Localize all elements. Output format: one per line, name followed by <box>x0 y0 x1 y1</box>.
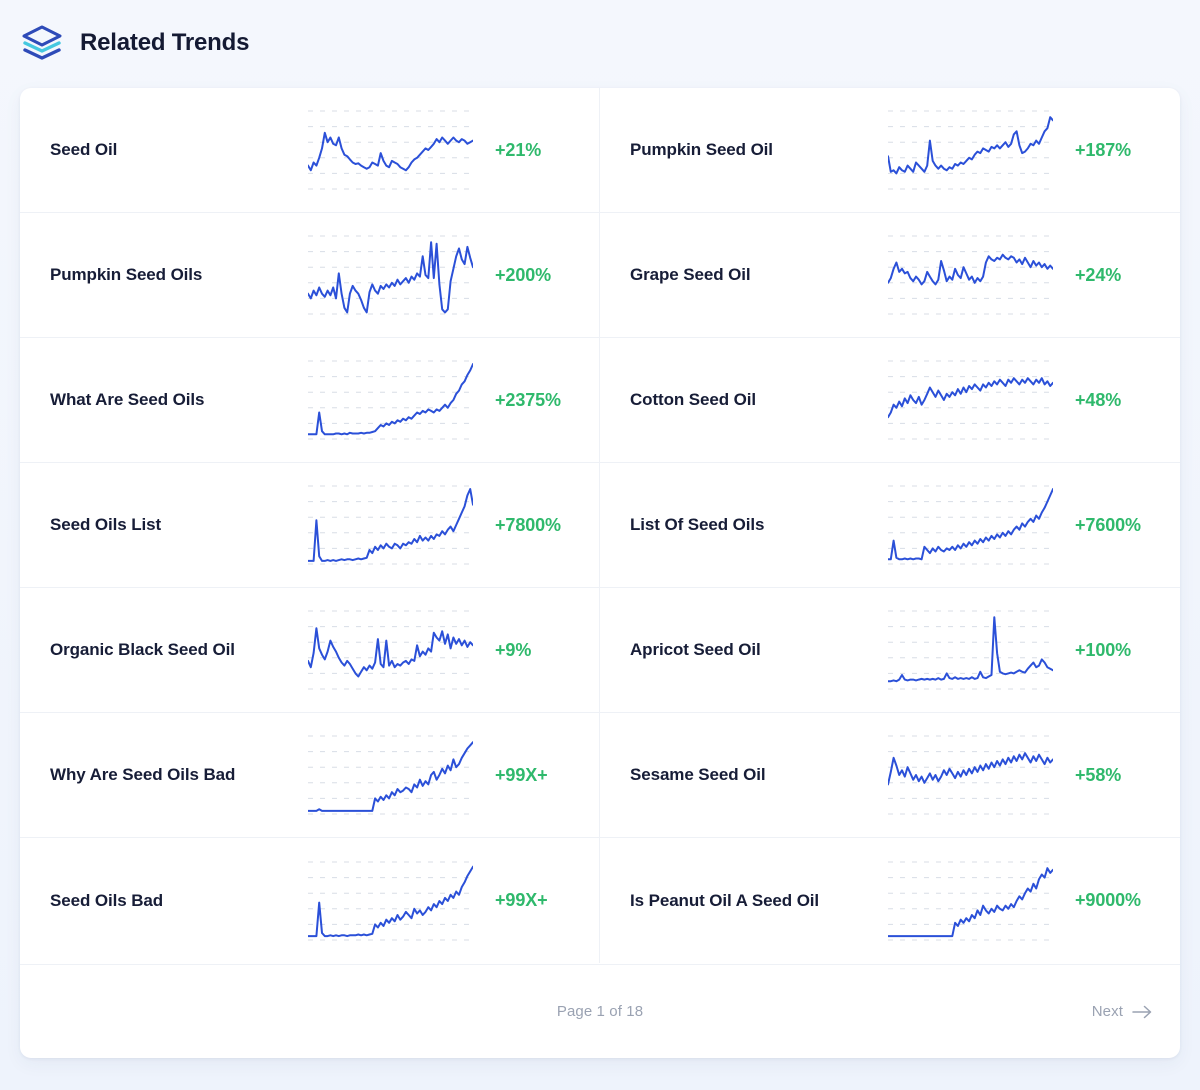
trend-row[interactable]: Apricot Seed Oil +100% <box>600 588 1180 713</box>
trend-row[interactable]: Pumpkin Seed Oil +187% <box>600 88 1180 213</box>
sparkline-path <box>308 242 473 312</box>
trend-sparkline <box>888 730 1053 820</box>
trend-sparkline <box>308 730 473 820</box>
trend-growth-value: +200% <box>495 264 552 285</box>
trend-row[interactable]: Why Are Seed Oils Bad +99X+ <box>20 713 600 838</box>
trend-label: Apricot Seed Oil <box>630 640 761 659</box>
trend-label: Pumpkin Seed Oils <box>50 265 203 284</box>
next-page-button[interactable]: Next <box>1092 1003 1152 1020</box>
sparkline-gridlines <box>888 235 1053 315</box>
sparkline-path <box>888 378 1053 417</box>
trend-label: Why Are Seed Oils Bad <box>50 765 236 784</box>
trend-growth-value: +21% <box>495 139 542 160</box>
trend-growth-value: +9% <box>495 639 532 660</box>
pagination-footer: Page 1 of 18 Next <box>20 964 1180 1058</box>
trend-label: Seed Oils List <box>50 515 162 534</box>
trend-growth-value: +99X+ <box>495 764 548 785</box>
page-header: Related Trends <box>20 20 249 66</box>
sparkline-path <box>888 753 1053 784</box>
trend-growth-value: +99X+ <box>495 890 548 910</box>
trend-label: Is Peanut Oil A Seed Oil <box>630 890 820 910</box>
trends-grid: Seed Oil +21% Pumpkin Seed Oil +187% Pumpkin… <box>20 88 1180 964</box>
trend-label: Seed Oil <box>50 140 118 159</box>
trend-row[interactable]: List Of Seed Oils +7600% <box>600 463 1180 588</box>
trend-sparkline <box>308 480 473 570</box>
related-trends-page: Related Trends Seed Oil +21% Pumpkin Seed … <box>0 0 1200 1090</box>
trend-label: List Of Seed Oils <box>630 515 765 534</box>
trends-card: Seed Oil +21% Pumpkin Seed Oil +187% Pumpkin… <box>20 88 1180 1058</box>
arrow-right-icon <box>1132 1005 1152 1019</box>
sparkline-path <box>888 868 1053 936</box>
trend-row[interactable]: Sesame Seed Oil +58% <box>600 713 1180 838</box>
trend-sparkline <box>888 355 1053 445</box>
trend-label: Seed Oils Bad <box>50 890 164 910</box>
trend-row[interactable]: Seed Oils List +7800% <box>20 463 600 588</box>
trend-sparkline <box>308 230 473 320</box>
sparkline-gridlines <box>308 360 473 440</box>
trend-row[interactable]: Seed Oil +21% <box>20 88 600 213</box>
trend-sparkline <box>308 605 473 695</box>
sparkline-path <box>308 742 473 811</box>
trend-sparkline <box>308 355 473 445</box>
sparkline-gridlines <box>308 610 473 690</box>
trend-row[interactable]: Pumpkin Seed Oils +200% <box>20 213 600 338</box>
trend-growth-value: +24% <box>1075 264 1122 285</box>
sparkline-gridlines <box>308 485 473 565</box>
trend-label: Organic Black Seed Oil <box>50 640 235 659</box>
trend-growth-value: +9000% <box>1075 890 1141 910</box>
sparkline-gridlines <box>888 735 1053 815</box>
page-title: Related Trends <box>80 29 250 56</box>
trend-sparkline <box>308 105 473 195</box>
trend-row[interactable]: Cotton Seed Oil +48% <box>600 338 1180 463</box>
sparkline-gridlines <box>308 735 473 815</box>
trend-label: Grape Seed Oil <box>630 265 751 284</box>
sparkline-path <box>888 255 1053 285</box>
trend-sparkline <box>888 105 1053 195</box>
sparkline-gridlines <box>888 485 1053 565</box>
trend-growth-value: +58% <box>1075 764 1122 785</box>
sparkline-path <box>888 117 1053 173</box>
layers-stack-icon <box>20 21 64 65</box>
sparkline-path <box>308 628 473 676</box>
trend-row[interactable]: Grape Seed Oil +24% <box>600 213 1180 338</box>
trend-growth-value: +7800% <box>495 514 561 535</box>
next-page-label: Next <box>1091 1003 1123 1020</box>
trend-sparkline <box>888 230 1053 320</box>
trend-growth-value: +7600% <box>1075 514 1141 535</box>
trend-row[interactable]: Is Peanut Oil A Seed Oil +9000% <box>600 838 1180 963</box>
trend-row[interactable]: What Are Seed Oils +2375% <box>20 338 600 463</box>
sparkline-path <box>308 489 473 561</box>
sparkline-gridlines <box>888 110 1053 190</box>
trend-growth-value: +100% <box>1075 639 1132 660</box>
trend-label: Sesame Seed Oil <box>630 765 766 784</box>
trend-label: What Are Seed Oils <box>50 390 205 409</box>
trend-growth-value: +48% <box>1075 389 1122 410</box>
trend-growth-value: +187% <box>1075 139 1132 160</box>
trend-row[interactable]: Seed Oils Bad +99X+ <box>20 838 600 963</box>
trend-growth-value: +2375% <box>495 389 561 410</box>
sparkline-gridlines <box>308 110 473 190</box>
sparkline-gridlines <box>888 861 1053 940</box>
trend-label: Pumpkin Seed Oil <box>630 140 773 159</box>
sparkline-path <box>308 133 473 171</box>
page-indicator: Page 1 of 18 <box>556 1003 644 1020</box>
trend-row[interactable]: Organic Black Seed Oil +9% <box>20 588 600 713</box>
trend-sparkline <box>888 605 1053 695</box>
trend-label: Cotton Seed Oil <box>630 390 757 409</box>
trend-sparkline <box>308 856 473 946</box>
trend-sparkline <box>888 480 1053 570</box>
trend-sparkline <box>888 856 1053 946</box>
